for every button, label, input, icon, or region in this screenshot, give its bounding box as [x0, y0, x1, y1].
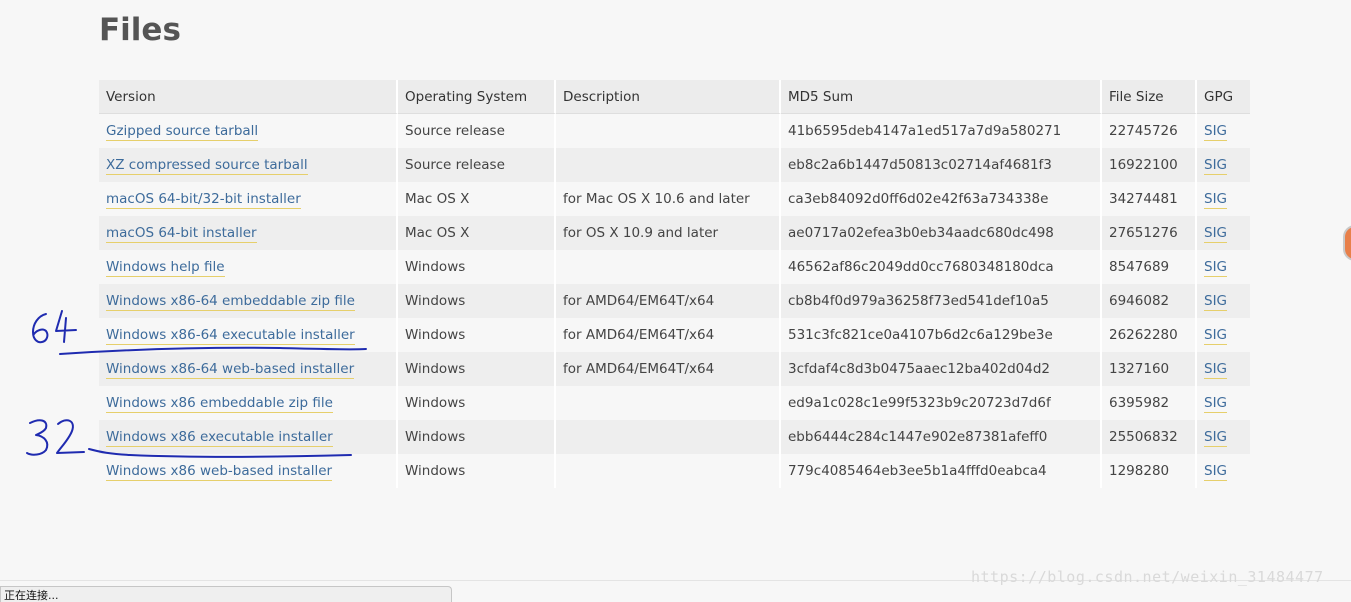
watermark: https://blog.csdn.net/weixin_31484477 — [971, 568, 1324, 586]
handwritten-4-stroke — [55, 310, 77, 343]
underline-64-executable — [59, 346, 367, 355]
handwritten-3-stroke — [26, 419, 49, 456]
handwritten-2-stroke — [56, 419, 85, 454]
handwritten-6-stroke — [32, 313, 49, 344]
browser-status-bar: 正在连接... — [0, 586, 452, 602]
floating-side-widget[interactable] — [1343, 225, 1351, 261]
handwritten-annotations — [26, 310, 367, 458]
underline-32-executable — [88, 448, 352, 458]
